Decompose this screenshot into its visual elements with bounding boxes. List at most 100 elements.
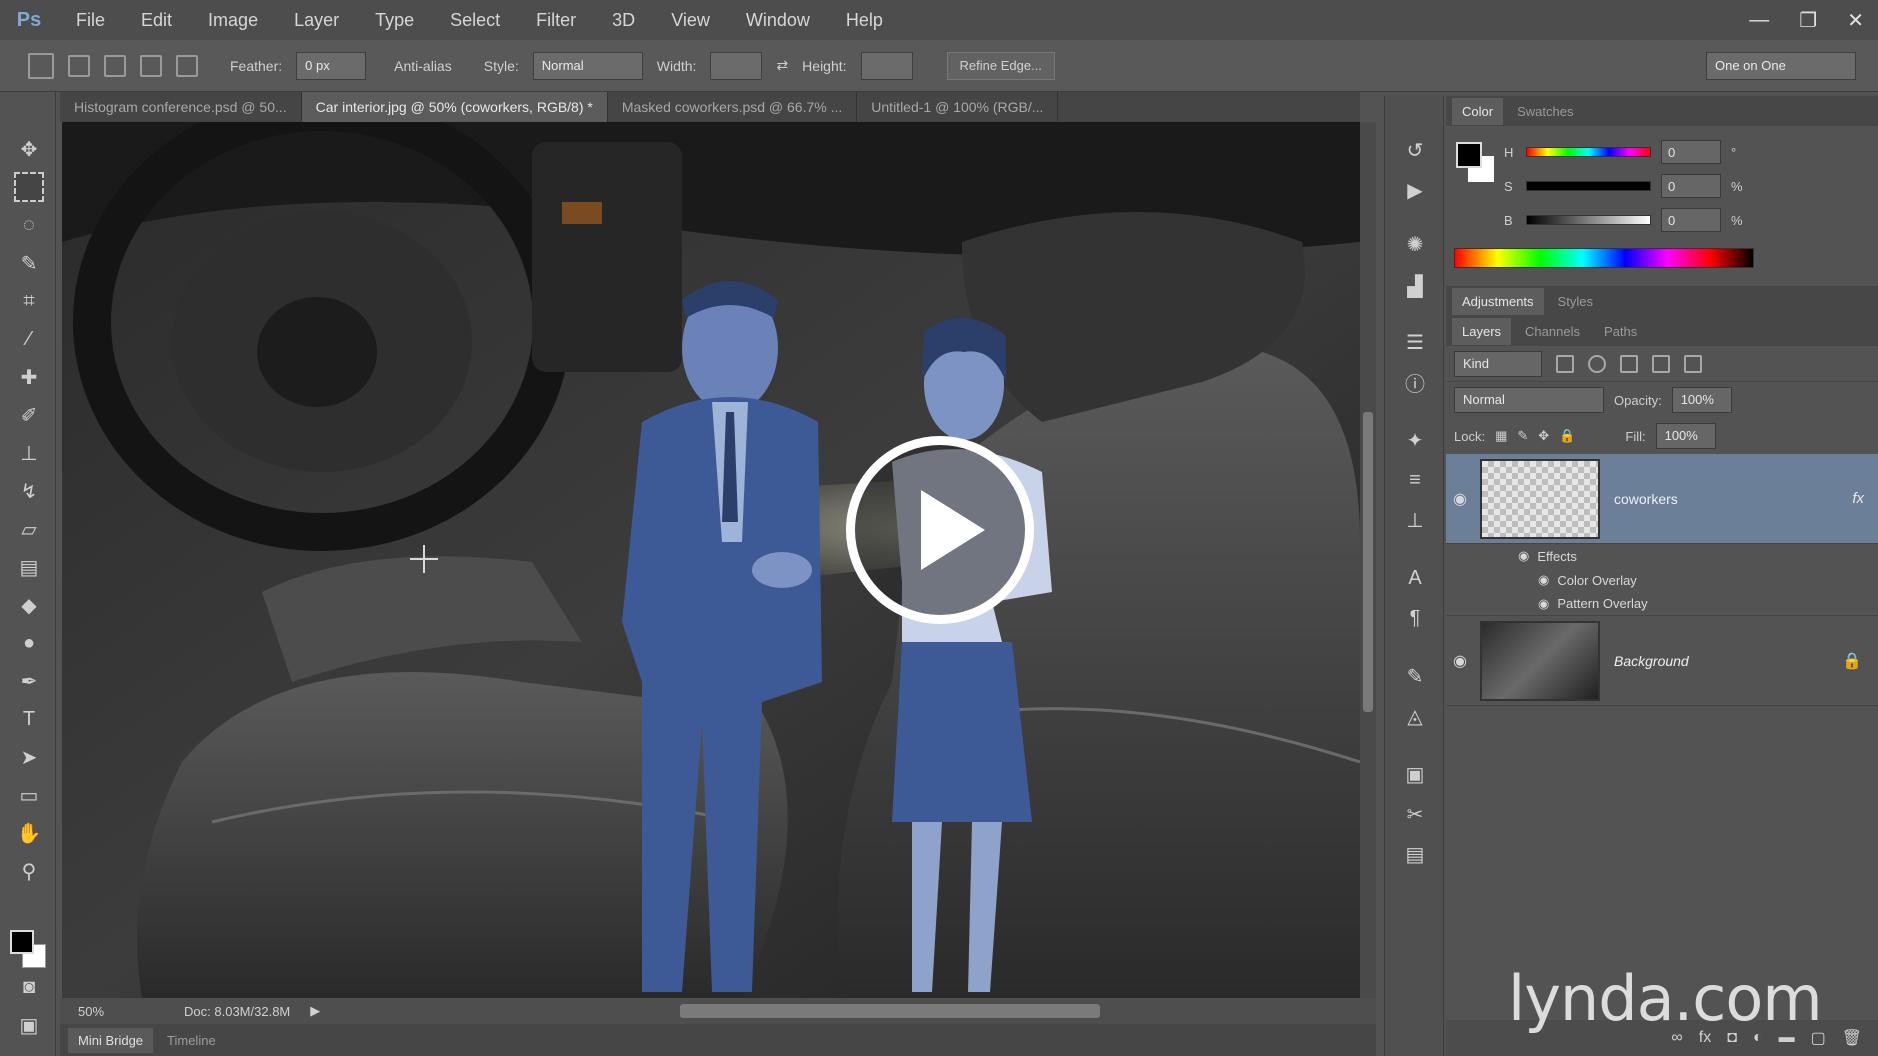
restore-button[interactable]: ❐	[1799, 8, 1817, 33]
height-input[interactable]	[860, 51, 913, 80]
video-play-button[interactable]	[846, 436, 1034, 624]
tab-swatches[interactable]: Swatches	[1507, 98, 1583, 125]
document-size[interactable]: Doc: 8.03M/32.8M	[184, 1004, 290, 1019]
dodge-tool-icon[interactable]: ●	[14, 628, 44, 658]
smart-object-filter-icon[interactable]	[1684, 354, 1702, 373]
brightness-slider[interactable]	[1526, 215, 1651, 225]
menu-view[interactable]: View	[653, 0, 728, 40]
brush-panel-icon[interactable]: ≡	[1401, 466, 1429, 494]
lock-all-icon[interactable]: 🔒	[1559, 428, 1575, 444]
feather-input[interactable]: 0 px	[296, 51, 367, 80]
minimize-button[interactable]: —	[1749, 9, 1769, 32]
layer-name[interactable]: coworkers	[1600, 491, 1852, 507]
pixel-filter-icon[interactable]	[1556, 354, 1574, 373]
effect-eye-icon[interactable]: ◉	[1538, 572, 1549, 588]
menu-edit[interactable]: Edit	[123, 0, 190, 40]
layer-row-coworkers[interactable]: ◉ coworkers fx	[1446, 454, 1878, 544]
menu-select[interactable]: Select	[432, 0, 518, 40]
intersect-selection-icon[interactable]	[176, 54, 198, 77]
3d-panel-icon[interactable]: ◬	[1401, 702, 1429, 730]
menu-image[interactable]: Image	[190, 0, 276, 40]
paragraph-panel-icon[interactable]: ¶	[1401, 604, 1429, 632]
hand-tool-icon[interactable]: ✋	[14, 818, 44, 848]
lock-pixels-icon[interactable]: ✎	[1517, 428, 1528, 444]
history-brush-tool-icon[interactable]: ↯	[14, 476, 44, 506]
workspace-select[interactable]: One on One	[1706, 51, 1856, 80]
new-selection-icon[interactable]	[68, 54, 90, 77]
effect-color-overlay[interactable]: ◉ Color Overlay	[1446, 568, 1878, 592]
eyedropper-tool-icon[interactable]: ⁄	[14, 324, 44, 354]
effect-pattern-overlay[interactable]: ◉ Pattern Overlay	[1446, 592, 1878, 616]
layer-kind-filter[interactable]: Kind	[1454, 350, 1542, 377]
effect-eye-icon[interactable]: ◉	[1538, 596, 1549, 612]
hue-value[interactable]: 0	[1661, 140, 1721, 164]
menu-3d[interactable]: 3D	[594, 0, 653, 40]
brush-tool-icon[interactable]: ✐	[14, 400, 44, 430]
tab-layers[interactable]: Layers	[1452, 317, 1512, 345]
eraser-tool-icon[interactable]: ▱	[14, 514, 44, 544]
shape-filter-icon[interactable]	[1652, 354, 1670, 373]
notes-panel-icon[interactable]: ▤	[1401, 840, 1429, 868]
tab-mini-bridge[interactable]: Mini Bridge	[68, 1027, 154, 1053]
pen-tool-icon[interactable]: ✒	[14, 666, 44, 696]
menu-window[interactable]: Window	[728, 0, 828, 40]
screen-mode-icon[interactable]: ▣	[14, 1010, 44, 1040]
foreground-color-chip[interactable]	[1456, 142, 1482, 168]
layer-comps-icon[interactable]: ▣	[1401, 760, 1429, 788]
crop-tool-icon[interactable]: ⌗	[14, 286, 44, 316]
doc-tab[interactable]: Untitled-1 @ 100% (RGB/...	[857, 92, 1059, 122]
add-to-selection-icon[interactable]	[104, 54, 126, 77]
history-panel-icon[interactable]: ↺	[1401, 136, 1429, 164]
visibility-eye-icon[interactable]: ◉	[1446, 489, 1474, 509]
status-menu-arrow-icon[interactable]: ▶	[310, 1003, 320, 1019]
blur-tool-icon[interactable]: ◆	[14, 590, 44, 620]
doc-tab[interactable]: Masked coworkers.psd @ 66.7% ...	[608, 92, 858, 122]
foreground-color-swatch[interactable]	[10, 930, 34, 954]
menu-file[interactable]: File	[58, 0, 123, 40]
healing-brush-tool-icon[interactable]: ✚	[14, 362, 44, 392]
horizontal-scroll-thumb[interactable]	[680, 1004, 1100, 1018]
tab-channels[interactable]: Channels	[1515, 318, 1590, 345]
actions-panel-icon[interactable]: ▶	[1401, 176, 1429, 204]
rectangular-marquee-tool-icon[interactable]	[14, 172, 44, 202]
canvas-vertical-scrollbar[interactable]	[1360, 122, 1376, 998]
vertical-scroll-thumb[interactable]	[1363, 412, 1373, 712]
adjustment-filter-icon[interactable]	[1588, 354, 1606, 373]
color-spectrum-bar[interactable]	[1454, 248, 1754, 268]
saturation-slider[interactable]	[1526, 181, 1651, 191]
type-tool-icon[interactable]: T	[14, 704, 44, 734]
doc-tab-active[interactable]: Car interior.jpg @ 50% (coworkers, RGB/8…	[301, 92, 608, 122]
zoom-level[interactable]: 50%	[78, 1004, 104, 1019]
style-select[interactable]: Normal	[532, 51, 643, 80]
properties-panel-icon[interactable]: ☰	[1401, 328, 1429, 356]
move-tool-icon[interactable]: ✥	[14, 134, 44, 164]
fill-input[interactable]: 100%	[1655, 423, 1716, 449]
navigator-panel-icon[interactable]: ✺	[1401, 230, 1429, 258]
tools-presets-icon[interactable]: ✂	[1401, 800, 1429, 828]
tab-styles[interactable]: Styles	[1548, 288, 1603, 315]
info-panel-icon[interactable]: ⓘ	[1401, 368, 1429, 396]
quick-selection-tool-icon[interactable]: ✎	[14, 248, 44, 278]
refine-edge-button[interactable]: Refine Edge...	[946, 51, 1055, 80]
close-button[interactable]: ✕	[1847, 8, 1864, 33]
fx-icon[interactable]: fx	[1852, 490, 1878, 507]
antialias-checkbox[interactable]: Anti-alias	[394, 58, 452, 74]
subtract-selection-icon[interactable]	[140, 54, 162, 77]
zoom-tool-icon[interactable]: ⚲	[14, 856, 44, 886]
clone-stamp-tool-icon[interactable]: ⊥	[14, 438, 44, 468]
document-canvas[interactable]	[62, 122, 1360, 998]
rectangle-tool-icon[interactable]: ▭	[14, 780, 44, 810]
type-filter-icon[interactable]	[1620, 354, 1638, 373]
lock-position-icon[interactable]: ✥	[1538, 428, 1549, 444]
lasso-tool-icon[interactable]: ◌	[14, 210, 44, 240]
clone-source-icon[interactable]: ⊥	[1401, 506, 1429, 534]
character-panel-icon[interactable]: A	[1401, 564, 1429, 592]
layer-name[interactable]: Background	[1600, 653, 1842, 669]
lock-transparent-icon[interactable]: ▦	[1495, 428, 1507, 444]
quick-mask-icon[interactable]: ◙	[14, 972, 44, 1002]
tab-timeline[interactable]: Timeline	[157, 1028, 226, 1053]
layer-row-background[interactable]: ◉ Background 🔒	[1446, 616, 1878, 706]
menu-type[interactable]: Type	[357, 0, 432, 40]
marquee-tool-preset-icon[interactable]	[28, 52, 54, 79]
tab-adjustments[interactable]: Adjustments	[1452, 287, 1544, 315]
